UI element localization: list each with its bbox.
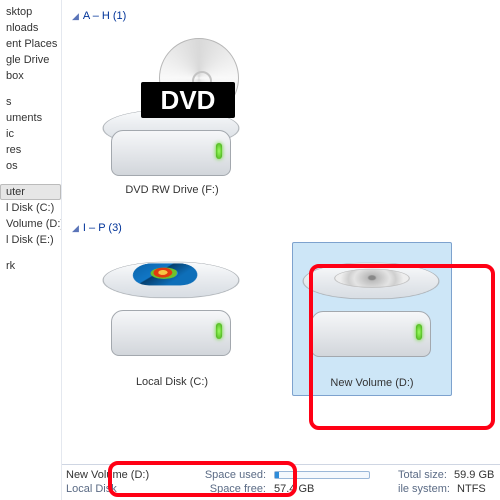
usage-bar (274, 471, 370, 479)
group-label: A – H (1) (83, 10, 126, 22)
status-free-value: 57.4 GB (274, 483, 394, 496)
status-fs-value: NTFS (457, 483, 486, 495)
sidebar-item-computer[interactable]: uter (0, 184, 61, 200)
sidebar-item-downloads[interactable]: nloads (0, 20, 61, 36)
status-free-label: Space free: (180, 483, 270, 496)
drive-label: New Volume (D:) (330, 377, 413, 389)
status-title: New Volume (D:) (66, 469, 176, 482)
sidebar-item-pictures[interactable]: res (0, 142, 61, 158)
sidebar-item-documents[interactable]: uments (0, 110, 61, 126)
hard-drive-icon (297, 251, 447, 371)
status-total-label: Total size: (398, 469, 451, 481)
sidebar-item-local-disk-c[interactable]: l Disk (C:) (0, 200, 61, 216)
drive-label: Local Disk (C:) (136, 376, 208, 388)
sidebar-item-music[interactable]: ic (0, 126, 61, 142)
drive-local-disk-c[interactable]: Local Disk (C:) (92, 242, 252, 396)
sidebar-item-new-volume-d[interactable]: Volume (D:) (0, 216, 61, 232)
status-total-value: 59.9 GB (454, 469, 494, 481)
sidebar-item-google-drive[interactable]: gle Drive (0, 52, 61, 68)
sidebar-item-dropbox[interactable]: box (0, 68, 61, 84)
group-header-ip[interactable]: ◢ I – P (3) (72, 222, 494, 234)
drive-dvd-rw-f[interactable]: DVD DVD RW Drive (F:) (92, 30, 252, 202)
nav-tree: sktop nloads ent Places gle Drive box s … (0, 0, 62, 500)
status-used-label: Space used: (180, 469, 270, 482)
sidebar-item-desktop[interactable]: sktop (0, 4, 61, 20)
sidebar-item-libraries[interactable]: s (0, 94, 61, 110)
sidebar-item-local-disk-e[interactable]: l Disk (E:) (0, 232, 61, 248)
sidebar-item-recent-places[interactable]: ent Places (0, 36, 61, 52)
status-type: Local Disk (66, 483, 176, 496)
drive-label: DVD RW Drive (F:) (125, 184, 218, 196)
hard-drive-icon (97, 250, 247, 370)
status-fs-label: ile system: (398, 483, 454, 495)
group-header-ah[interactable]: ◢ A – H (1) (72, 10, 494, 22)
drive-new-volume-d[interactable]: New Volume (D:) (292, 242, 452, 396)
drive-list: ◢ A – H (1) DVD DVD RW Drive (F:) ◢ I – … (62, 0, 500, 464)
sidebar-item-videos[interactable]: os (0, 158, 61, 174)
collapse-icon: ◢ (72, 223, 79, 234)
group-label: I – P (3) (83, 222, 122, 234)
details-pane: New Volume (D:) Space used: Total size: … (62, 464, 500, 500)
collapse-icon: ◢ (72, 11, 79, 22)
sidebar-item-network[interactable]: rk (0, 258, 61, 274)
dvd-drive-icon: DVD (97, 38, 247, 178)
status-used-bar-cell (274, 469, 394, 482)
